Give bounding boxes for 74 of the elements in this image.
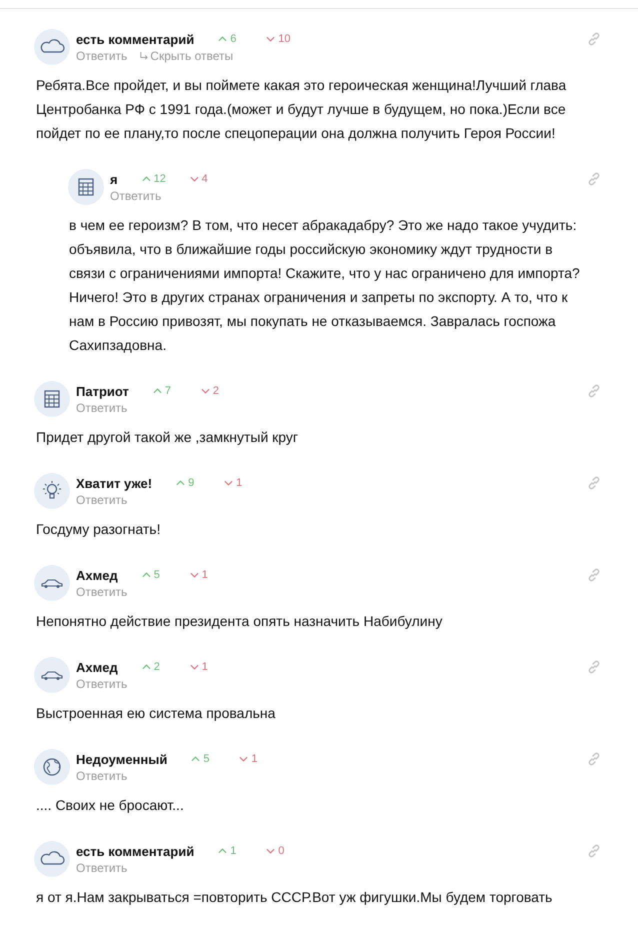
author-name: есть комментарий [76,32,194,46]
comment-text: Госдуму разогнать! [36,520,162,539]
comment-text: в чем ее героизм? В том, что несет абракадабру? Это же надо такое учудить: объявила, что в ближайшие годы российскую экономику ждут трудности в связи с ограничениями импорта! Скажите, что у нас ограничено для импорта? Ничего! Это в других странах ограничения и запреты по экспорту. А то, что к нам в Россию привозят, мы покупать не отказываемся. Завралась госпожа Сахипзадовна. [69,216,581,355]
link-icon[interactable] [586,751,602,767]
chevron-down-icon [200,388,210,394]
chevron-down-icon [224,480,234,486]
downvote-button[interactable]: 1 [239,753,270,765]
car-avatar-icon [34,657,70,693]
chevron-up-icon [191,756,200,762]
upvote-button[interactable]: 6 [218,33,248,45]
link-icon[interactable] [586,383,602,399]
globe-avatar-icon [34,749,70,785]
comment-text: Ребята.Все пройдет, и вы поймете какая это героическая женщина!Лучший глава Центробанка РФ с 1991 года.(может и будут лучше в будущем, но пока.)Если все пойдет по ее плану,то после спецоперации она должна получить Героя России! [36,76,568,143]
reply-link[interactable]: Ответить [110,189,162,203]
downvote-button[interactable]: 1 [224,477,254,489]
comment-text: Выстроенная ею система провальна [36,704,276,723]
link-icon[interactable] [586,659,602,675]
upvote-button[interactable]: 7 [152,385,183,397]
comment-text: .... Своих не бросают... [36,796,185,815]
downvote-button[interactable]: 4 [190,173,220,185]
author-name: есть комментарий [76,844,194,858]
reply-link[interactable]: Ответить [76,861,128,875]
chevron-down-icon [190,176,199,182]
reply-link[interactable]: Ответить [76,401,128,415]
upvote-button[interactable]: 9 [176,477,206,489]
upvote-button[interactable]: 12 [142,173,172,185]
lightbulb-avatar-icon [34,473,70,509]
reply-arrow-icon [139,52,148,60]
author-name: Патриот [76,384,129,398]
author-name: Ахмед [76,568,118,582]
comment-text: я от я.Нам закрываться =повторить СССР.Вот уж фигушки.Мы будем торговать [36,888,554,907]
link-icon[interactable] [586,567,602,583]
chevron-down-icon [239,756,248,762]
downvote-button[interactable]: 2 [200,385,231,397]
reply-link[interactable]: Ответить [76,49,128,63]
chevron-up-icon [142,176,151,182]
chevron-down-icon [266,848,276,854]
author-name: я [110,172,118,186]
author-name: Недоуменный [76,752,168,766]
chevron-down-icon [190,664,199,670]
comment-text: Непонятно действие президента опять назначить Набибулину [36,612,444,631]
comment-text: Придет другой такой же ,замкнутый круг [36,428,300,447]
chevron-up-icon [152,388,162,394]
link-icon[interactable] [586,843,602,859]
chevron-down-icon [266,36,276,42]
chevron-up-icon [218,36,228,42]
cloud-avatar-icon [34,29,70,65]
upvote-button[interactable]: 5 [142,569,172,581]
reply-link[interactable]: Ответить [76,493,128,507]
cloud-avatar-icon [34,841,70,877]
upvote-button[interactable]: 1 [218,845,248,857]
upvote-button[interactable]: 2 [142,661,172,673]
calculator-avatar-icon [34,381,70,417]
downvote-button[interactable]: 10 [266,33,296,45]
reply-link[interactable]: Ответить [76,585,128,599]
upvote-button[interactable]: 5 [191,753,222,765]
link-icon[interactable] [586,31,602,47]
chevron-down-icon [190,572,199,578]
reply-link[interactable]: Ответить [76,677,128,691]
calculator-avatar-icon [68,169,104,205]
downvote-button[interactable]: 1 [190,661,220,673]
chevron-up-icon [218,848,228,854]
chevron-up-icon [142,664,151,670]
chevron-up-icon [142,572,151,578]
reply-link[interactable]: Ответить [76,769,128,783]
link-icon[interactable] [586,475,602,491]
author-name: Хватит уже! [76,476,152,490]
hide-replies-link[interactable]: Скрыть ответы [139,49,234,63]
downvote-button[interactable]: 0 [266,845,296,857]
link-icon[interactable] [586,171,602,187]
author-name: Ахмед [76,660,118,674]
downvote-button[interactable]: 1 [190,569,220,581]
car-avatar-icon [34,565,70,601]
chevron-up-icon [176,480,186,486]
